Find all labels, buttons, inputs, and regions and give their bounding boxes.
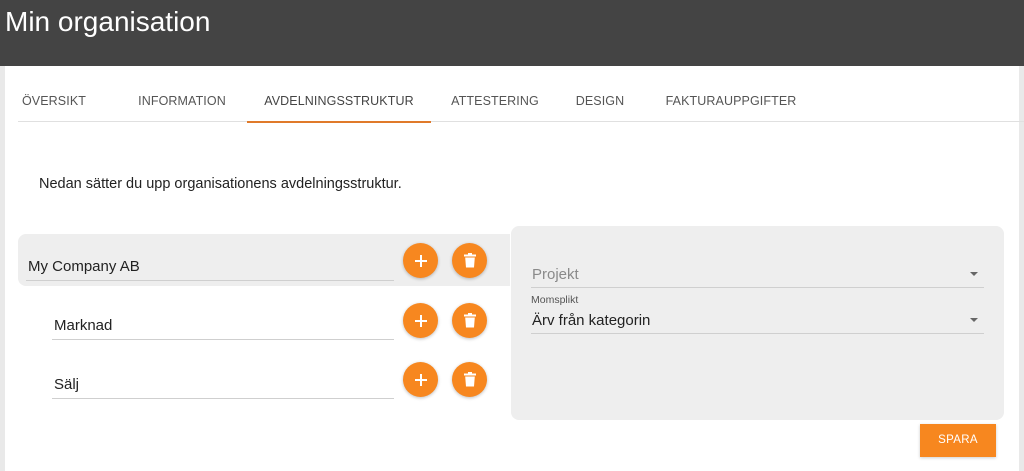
project-select[interactable]: Projekt <box>531 260 984 288</box>
tab-information[interactable]: INFORMATION <box>132 80 232 122</box>
save-button[interactable]: SPARA <box>920 424 996 457</box>
tab-fakturauppgifter[interactable]: FAKTURAUPPGIFTER <box>657 80 805 122</box>
plus-icon <box>414 373 427 386</box>
vat-select[interactable]: Ärv från kategorin <box>531 306 984 334</box>
tab-attestering[interactable]: ATTESTERING <box>446 80 544 122</box>
department-settings-panel: Projekt Momsplikt Ärv från kategorin <box>511 226 1004 420</box>
add-subdepartment-button[interactable] <box>403 243 438 278</box>
add-subdepartment-button[interactable] <box>403 362 438 397</box>
plus-icon <box>414 314 427 327</box>
delete-department-button[interactable] <box>452 362 487 397</box>
vat-select-value: Ärv från kategorin <box>532 312 651 329</box>
tab-bar: ÖVERSIKT INFORMATION AVDELNINGSSTRUKTUR … <box>18 80 1024 123</box>
delete-department-button[interactable] <box>452 303 487 338</box>
trash-icon <box>463 372 476 387</box>
chevron-down-icon <box>970 272 978 276</box>
department-name-input[interactable] <box>26 253 394 281</box>
vat-select-label: Momsplikt <box>531 294 579 306</box>
tab-oversikt[interactable]: ÖVERSIKT <box>18 80 90 122</box>
app-header: Min organisation <box>0 0 1024 66</box>
department-name-input[interactable] <box>52 312 394 340</box>
department-name-input[interactable] <box>52 371 394 399</box>
project-select-placeholder: Projekt <box>532 266 579 283</box>
intro-text: Nedan sätter du upp organisationens avde… <box>39 176 402 192</box>
tab-avdelningsstruktur[interactable]: AVDELNINGSSTRUKTUR <box>247 80 431 123</box>
add-subdepartment-button[interactable] <box>403 303 438 338</box>
chevron-down-icon <box>970 318 978 322</box>
page-title: Min organisation <box>5 6 211 37</box>
plus-icon <box>414 254 427 267</box>
trash-icon <box>463 253 476 268</box>
trash-icon <box>463 313 476 328</box>
delete-department-button[interactable] <box>452 243 487 278</box>
tab-design[interactable]: DESIGN <box>571 80 629 122</box>
content-card: ÖVERSIKT INFORMATION AVDELNINGSSTRUKTUR … <box>5 66 1024 471</box>
